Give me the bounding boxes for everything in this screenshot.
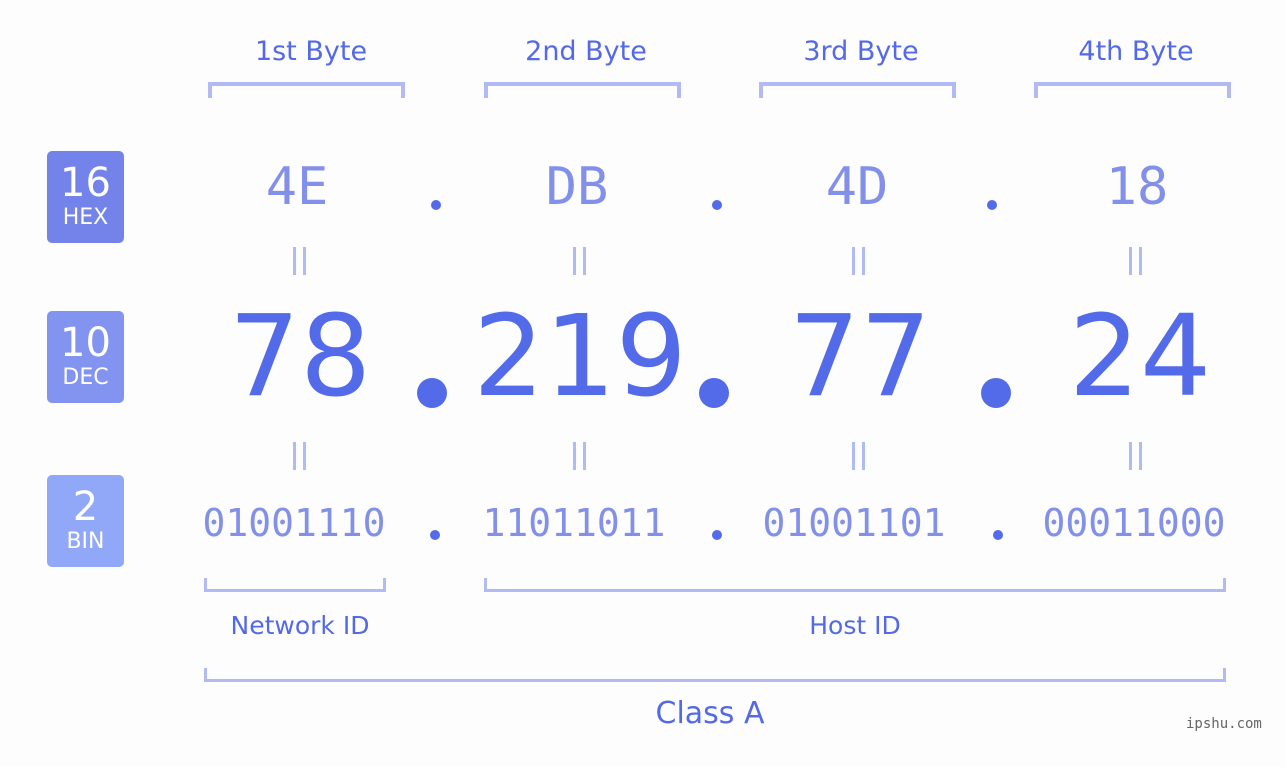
dec-value-4: 24 <box>1068 292 1212 422</box>
class-bracket <box>204 668 1226 682</box>
bin-value-2: 11011011 <box>482 501 666 545</box>
hex-label: HEX <box>62 205 109 230</box>
bin-value-3: 01001101 <box>762 501 946 545</box>
byte-bracket-1 <box>208 82 405 98</box>
dec-separator-dot <box>981 378 1011 408</box>
hex-separator-dot <box>987 200 997 210</box>
hex-value-4: 18 <box>1105 157 1169 217</box>
equals-sign <box>280 242 320 291</box>
class-label: Class A <box>655 696 765 731</box>
byte-header-3: 3rd Byte <box>803 36 919 67</box>
hex-value-2: DB <box>545 157 609 217</box>
byte-header-2: 2nd Byte <box>525 36 647 67</box>
equals-sign <box>280 437 320 486</box>
bin-value-1: 01001110 <box>202 501 386 545</box>
network-id-label: Network ID <box>230 611 370 640</box>
equals-sign <box>560 437 600 486</box>
byte-bracket-3 <box>759 82 956 98</box>
bin-separator-dot <box>993 530 1003 540</box>
host-id-bracket <box>484 578 1226 592</box>
equals-sign <box>1116 437 1156 486</box>
hex-badge: 16 HEX <box>47 151 124 243</box>
dec-separator-dot <box>699 378 729 408</box>
hex-separator-dot <box>431 200 441 210</box>
byte-bracket-4 <box>1034 82 1231 98</box>
byte-header-1: 1st Byte <box>254 36 368 67</box>
dec-value-3: 77 <box>788 292 932 422</box>
bin-base: 2 <box>72 484 99 530</box>
hex-value-3: 4D <box>825 157 889 217</box>
bin-separator-dot <box>430 530 440 540</box>
bin-value-4: 00011000 <box>1042 501 1226 545</box>
byte-header-4: 4th Byte <box>1078 36 1194 67</box>
dec-value-1: 78 <box>228 292 372 422</box>
equals-sign <box>839 437 879 486</box>
equals-sign <box>839 242 879 291</box>
dec-label: DEC <box>62 365 109 390</box>
hex-separator-dot <box>712 200 722 210</box>
dec-base: 10 <box>60 320 111 366</box>
equals-sign <box>560 242 600 291</box>
dec-separator-dot <box>417 378 447 408</box>
hex-value-1: 4E <box>265 157 329 217</box>
hex-base: 16 <box>60 160 111 206</box>
equals-sign <box>1116 242 1156 291</box>
watermark: ipshu.com <box>1186 716 1262 732</box>
dec-value-2: 219 <box>473 292 687 422</box>
byte-bracket-2 <box>484 82 681 98</box>
host-id-label: Host ID <box>809 611 901 640</box>
bin-separator-dot <box>712 530 722 540</box>
bin-badge: 2 BIN <box>47 475 124 567</box>
bin-label: BIN <box>66 529 105 554</box>
dec-badge: 10 DEC <box>47 311 124 403</box>
network-id-bracket <box>204 578 386 592</box>
